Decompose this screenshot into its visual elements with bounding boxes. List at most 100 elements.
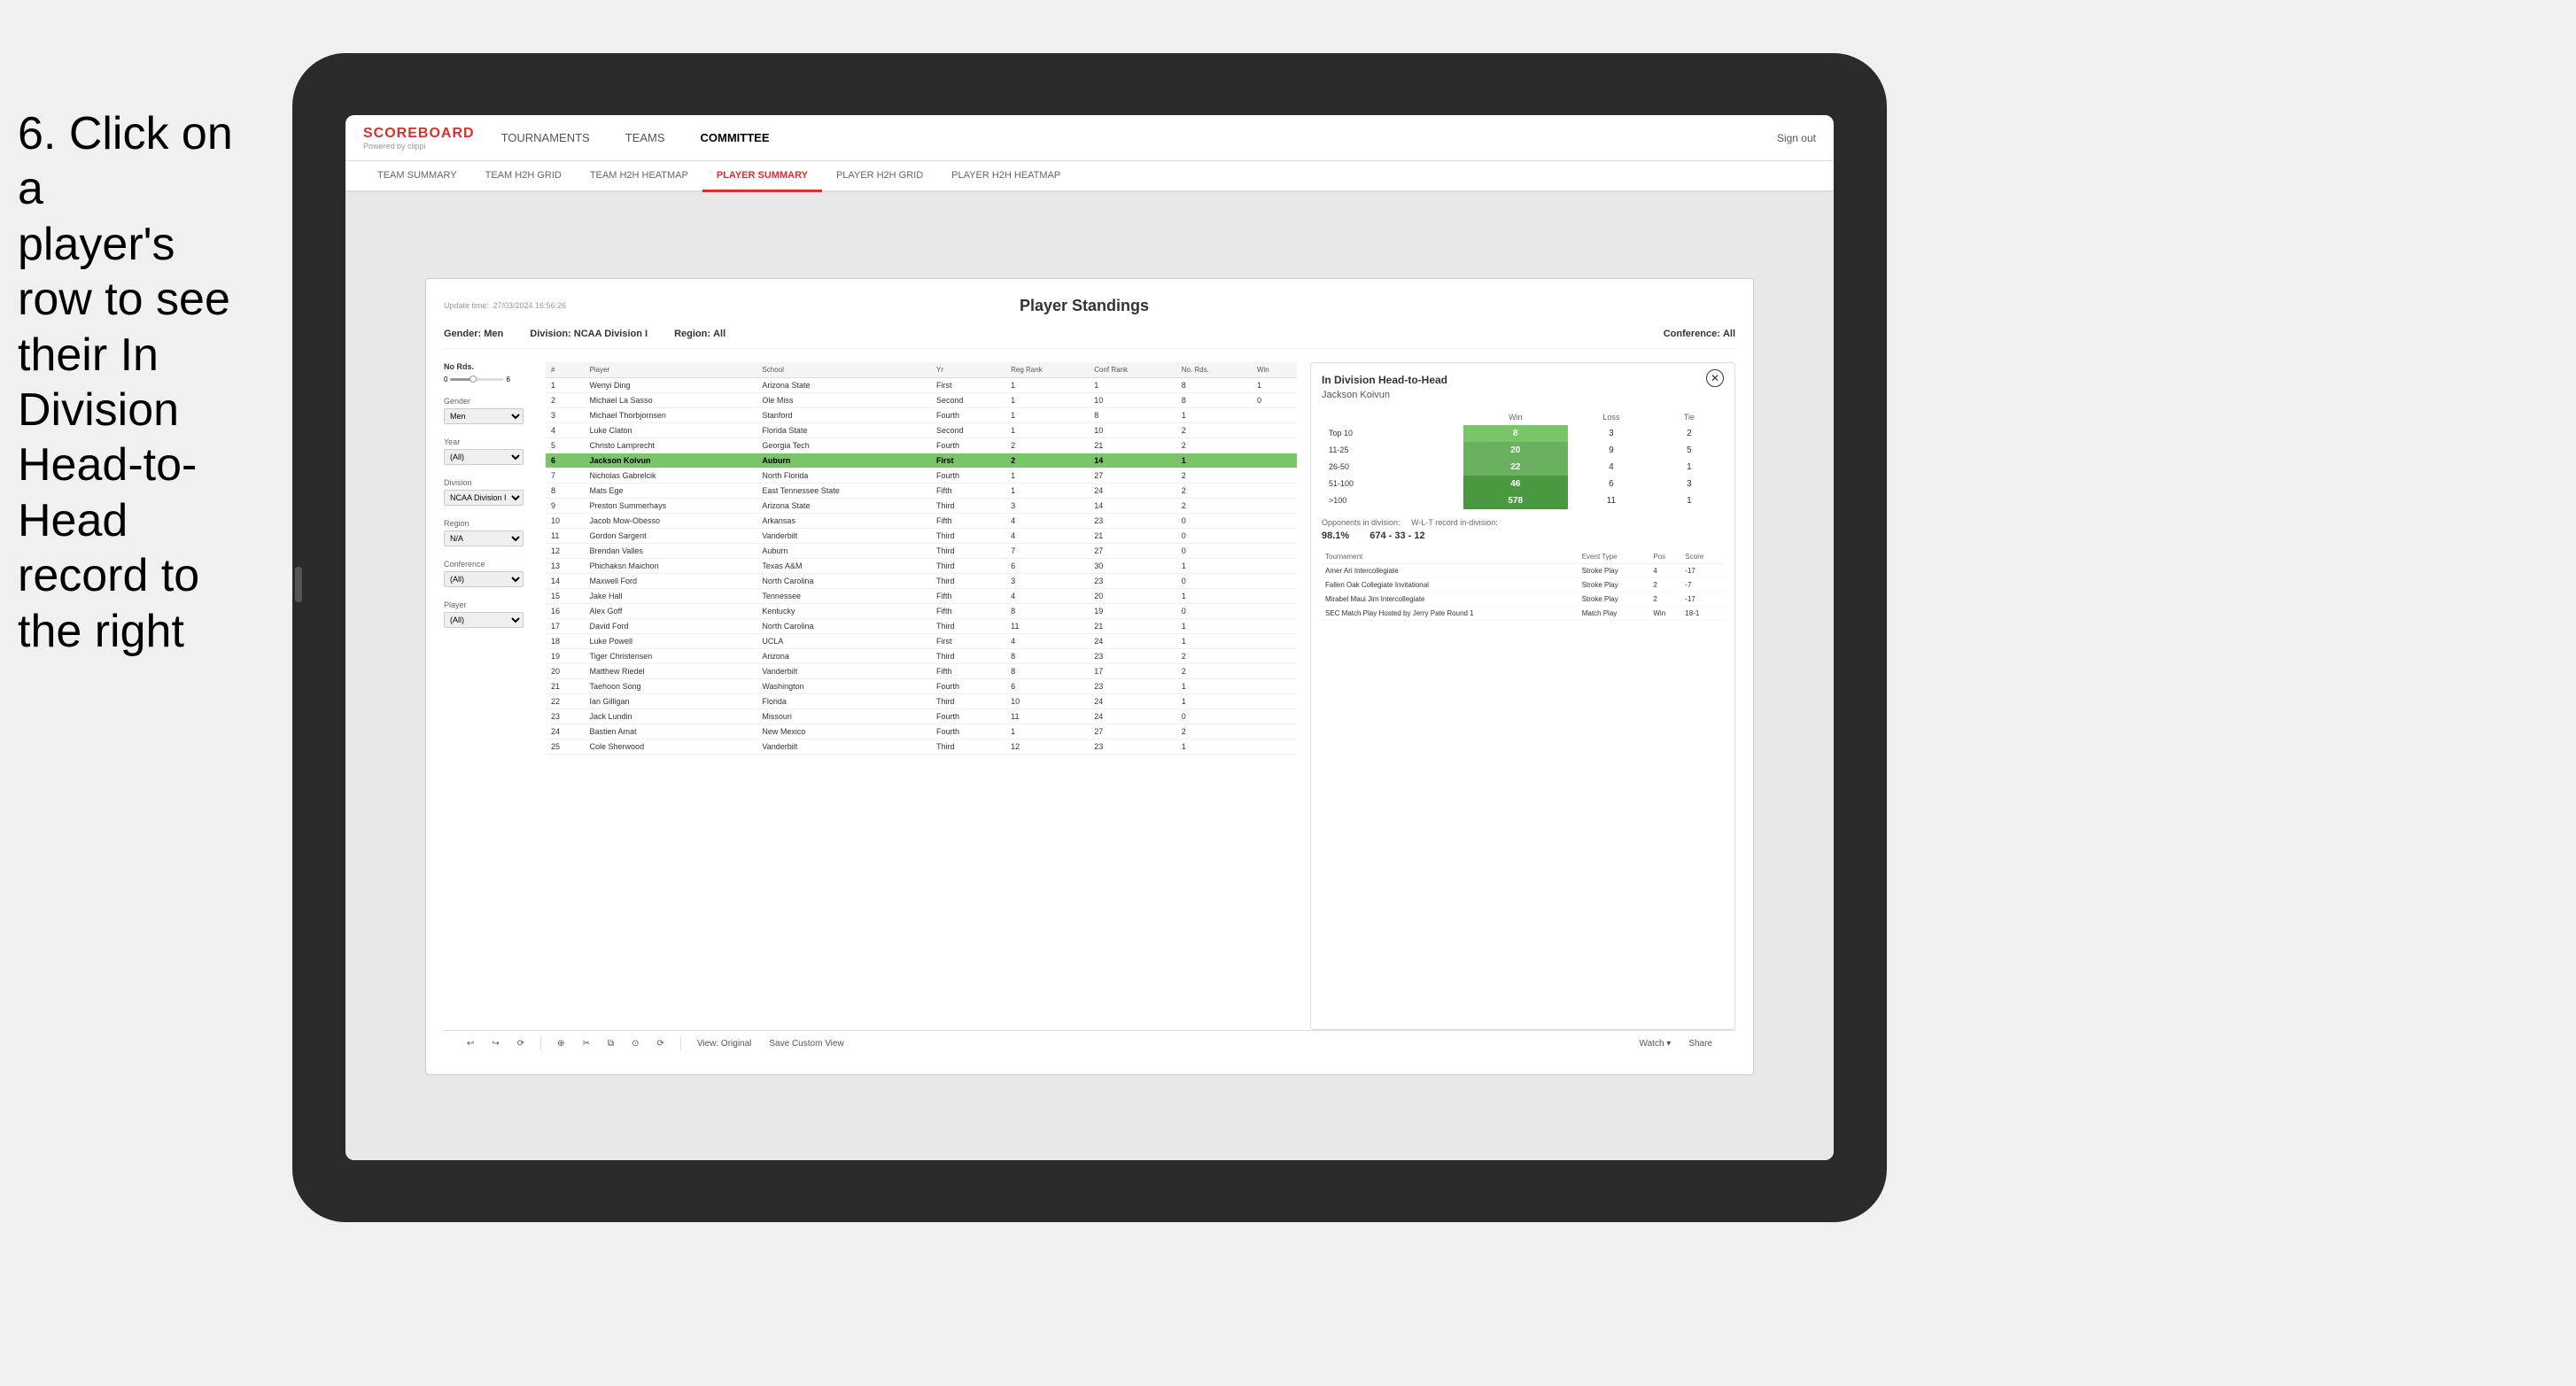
table-row[interactable]: 9 Preston Summerhays Arizona State Third…	[546, 498, 1297, 513]
t-score: -7	[1681, 577, 1724, 592]
cell-school: Tennessee	[757, 588, 931, 603]
division-filter-group: Division NCAA Division I	[444, 478, 532, 506]
cell-yr: Fourth	[931, 468, 1005, 483]
cell-win	[1252, 693, 1297, 708]
save-custom-button[interactable]: Save Custom View	[764, 1036, 849, 1051]
table-row[interactable]: 11 Gordon Sargent Vanderbilt Third 4 21 …	[546, 528, 1297, 543]
redo-button[interactable]: ↪	[486, 1036, 504, 1051]
h2h-row-tie: 5	[1655, 442, 1724, 459]
nav-tournaments[interactable]: TOURNAMENTS	[501, 127, 590, 149]
cell-school: Vanderbilt	[757, 739, 931, 754]
table-row[interactable]: 19 Tiger Christensen Arizona Third 8 23 …	[546, 648, 1297, 663]
table-row[interactable]: 17 David Ford North Carolina Third 11 21…	[546, 618, 1297, 633]
cell-school: Ole Miss	[757, 392, 931, 407]
table-row[interactable]: 23 Jack Lundin Missouri Fourth 11 24 0	[546, 708, 1297, 724]
table-row[interactable]: 18 Luke Powell UCLA First 4 24 1	[546, 633, 1297, 648]
cell-reg-rank: 6	[1005, 678, 1089, 693]
cell-num: 7	[546, 468, 585, 483]
tab-team-h2h-heatmap[interactable]: TEAM H2H HEATMAP	[576, 161, 702, 192]
undo-button[interactable]: ↩	[462, 1036, 479, 1051]
cell-reg-rank: 3	[1005, 498, 1089, 513]
cell-player: Bastien Amat	[585, 724, 757, 739]
cell-conf-rank: 24	[1089, 693, 1175, 708]
table-row[interactable]: 2 Michael La Sasso Ole Miss Second 1 10 …	[546, 392, 1297, 407]
table-row[interactable]: 12 Brendan Valles Auburn Third 7 27 0	[546, 543, 1297, 558]
opponents-label: Opponents in division: W-L-T record in-d…	[1322, 518, 1724, 527]
copy-button[interactable]: ⧉	[602, 1036, 619, 1051]
player-filter-group: Player (All)	[444, 600, 532, 628]
h2h-row-label: >100	[1322, 492, 1463, 509]
h2h-row-win: 8	[1463, 425, 1568, 442]
division-select[interactable]: NCAA Division I	[444, 490, 524, 506]
t-type: Stroke Play	[1579, 577, 1650, 592]
tablet-side-button[interactable]	[295, 567, 302, 602]
region-select[interactable]: N/A	[444, 530, 524, 546]
view-original-button[interactable]: View: Original	[692, 1036, 757, 1051]
nav-teams[interactable]: TEAMS	[625, 127, 665, 149]
logo-sub: Powered by clippi	[363, 142, 475, 151]
table-row[interactable]: 24 Bastien Amat New Mexico Fourth 1 27 2	[546, 724, 1297, 739]
cell-num: 11	[546, 528, 585, 543]
scissors-button[interactable]: ✂	[578, 1036, 595, 1051]
target-button[interactable]: ⊙	[626, 1036, 644, 1051]
cell-yr: Third	[931, 543, 1005, 558]
table-row[interactable]: 25 Cole Sherwood Vanderbilt Third 12 23 …	[546, 739, 1297, 754]
cell-rds: 1	[1176, 618, 1252, 633]
refresh-button[interactable]: ⟳	[512, 1036, 530, 1051]
table-row[interactable]: 13 Phichaksn Maichon Texas A&M Third 6 3…	[546, 558, 1297, 573]
nav-committee[interactable]: COMMITTEE	[701, 127, 770, 149]
table-row[interactable]: 10 Jacob Mow-Obesso Arkansas Fifth 4 23 …	[546, 513, 1297, 528]
close-button[interactable]: ✕	[1706, 369, 1724, 387]
table-row[interactable]: 22 Ian Gilligan Florida Third 10 24 1	[546, 693, 1297, 708]
table-row[interactable]: 16 Alex Goff Kentucky Fifth 8 19 0	[546, 603, 1297, 618]
tab-player-h2h-heatmap[interactable]: PLAYER H2H HEATMAP	[937, 161, 1075, 192]
sync-button[interactable]: ⟳	[651, 1036, 669, 1051]
tab-team-summary[interactable]: TEAM SUMMARY	[363, 161, 471, 192]
cell-rds: 1	[1176, 588, 1252, 603]
table-row[interactable]: 15 Jake Hall Tennessee Fifth 4 20 1	[546, 588, 1297, 603]
cell-num: 19	[546, 648, 585, 663]
tournament-row: Amer Ari Intercollegiate Stroke Play 4 -…	[1322, 563, 1724, 577]
year-select[interactable]: (All)	[444, 449, 524, 465]
cell-conf-rank: 24	[1089, 708, 1175, 724]
cell-rds: 1	[1176, 558, 1252, 573]
h2h-row-win: 22	[1463, 459, 1568, 476]
tablet-screen: SCOREBOARD Powered by clippi TOURNAMENTS…	[345, 115, 1834, 1160]
share-button[interactable]: Share	[1683, 1036, 1718, 1051]
table-row[interactable]: 1 Wenyi Ding Arizona State First 1 1 8 1	[546, 377, 1297, 392]
table-row[interactable]: 4 Luke Claton Florida State Second 1 10 …	[546, 422, 1297, 437]
cell-rds: 2	[1176, 498, 1252, 513]
cell-yr: Third	[931, 739, 1005, 754]
col-rds: No. Rds.	[1176, 362, 1252, 378]
table-row[interactable]: 21 Taehoon Song Washington Fourth 6 23 1	[546, 678, 1297, 693]
sign-out-button[interactable]: Sign out	[1777, 132, 1816, 144]
table-row[interactable]: 3 Michael Thorbjornsen Stanford Fourth 1…	[546, 407, 1297, 422]
t-pos: 2	[1649, 577, 1681, 592]
table-row[interactable]: 7 Nicholas Gabrelcik North Florida Fourt…	[546, 468, 1297, 483]
filter-gender: Gender: Men	[444, 329, 503, 339]
player-select[interactable]: (All)	[444, 612, 524, 628]
table-row[interactable]: 14 Maxwell Ford North Carolina Third 3 2…	[546, 573, 1297, 588]
tab-team-h2h-grid[interactable]: TEAM H2H GRID	[471, 161, 576, 192]
tab-player-summary[interactable]: PLAYER SUMMARY	[702, 161, 822, 192]
table-row[interactable]: 8 Mats Ege East Tennessee State Fifth 1 …	[546, 483, 1297, 498]
cell-reg-rank: 1	[1005, 468, 1089, 483]
cell-player: Nicholas Gabrelcik	[585, 468, 757, 483]
table-row[interactable]: 6 Jackson Koivun Auburn First 2 14 1	[546, 453, 1297, 468]
gender-select[interactable]: Men	[444, 408, 524, 424]
t-score: -17	[1681, 563, 1724, 577]
cell-num: 9	[546, 498, 585, 513]
watch-button[interactable]: Watch ▾	[1634, 1036, 1677, 1051]
cell-player: Michael La Sasso	[585, 392, 757, 407]
cell-reg-rank: 4	[1005, 633, 1089, 648]
table-row[interactable]: 20 Matthew Riedel Vanderbilt Fifth 8 17 …	[546, 663, 1297, 678]
conference-select[interactable]: (All)	[444, 571, 524, 587]
add-button[interactable]: ⊕	[552, 1036, 570, 1051]
table-row[interactable]: 5 Christo Lamprecht Georgia Tech Fourth …	[546, 437, 1297, 453]
update-time-area: Update time: 27/03/2024 16:56:26	[444, 297, 566, 313]
cell-school: Arizona State	[757, 498, 931, 513]
h2h-row-label: Top 10	[1322, 425, 1463, 442]
rds-slider[interactable]: 0 6	[444, 376, 532, 383]
h2h-row-loss: 3	[1568, 425, 1655, 442]
tab-player-h2h-grid[interactable]: PLAYER H2H GRID	[822, 161, 937, 192]
